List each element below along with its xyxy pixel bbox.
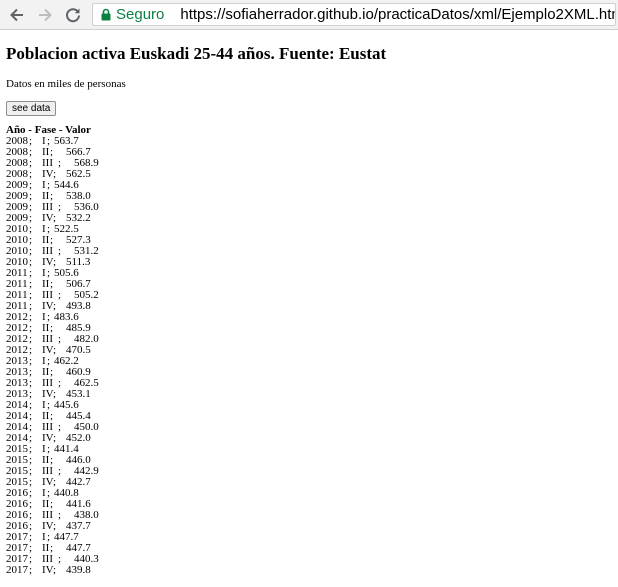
row-separator: ;	[29, 564, 33, 576]
see-data-button[interactable]: see data	[6, 101, 57, 116]
back-arrow-icon	[10, 8, 23, 22]
row-separator: ;	[58, 509, 62, 521]
list-item: 2011; IV; 493.8	[6, 301, 612, 312]
list-item: 2010; I; 522.5	[6, 224, 612, 235]
row-separator: ;	[58, 421, 62, 433]
data-list: 2008; I; 563.7 2008; II; 566.7 2008; III; 568.9 2…	[6, 136, 612, 576]
page-subtitle: Datos en miles de personas	[6, 78, 126, 90]
list-item: 2015; III; 442.9	[6, 466, 612, 477]
row-separator: ;	[53, 564, 57, 576]
list-item: 2012; III; 482.0	[6, 334, 612, 345]
page-content: Poblacion activa Euskadi 25-44 años. Fue…	[6, 44, 612, 576]
reload-button[interactable]	[62, 4, 84, 26]
list-item: 2014; IV; 452.0	[6, 433, 612, 444]
list-item: 2014; I; 445.6	[6, 400, 612, 411]
list-item: 2011; III; 505.2	[6, 290, 612, 301]
list-item: 2008; I; 563.7	[6, 136, 612, 147]
list-item: 2016; I; 440.8	[6, 488, 612, 499]
list-item: 2008; IV; 562.5	[6, 169, 612, 180]
url-text[interactable]: https://sofiaherrador.github.io/practica…	[180, 6, 615, 23]
list-item: 2011; I; 505.6	[6, 268, 612, 279]
list-item: 2013; III; 462.5	[6, 378, 612, 389]
row-separator: ;	[58, 333, 62, 345]
secure-label: Seguro	[116, 6, 165, 23]
lock-icon	[101, 8, 111, 21]
list-item: 2009; I; 544.6	[6, 180, 612, 191]
row-separator: ;	[58, 289, 62, 301]
row-separator: ;	[58, 553, 62, 565]
list-item: 2017; I; 447.7	[6, 532, 612, 543]
row-separator: ;	[58, 157, 62, 169]
list-item: 2017; IV; 439.8	[6, 565, 612, 576]
list-item: 2008; III; 568.9	[6, 158, 612, 169]
list-item: 2012; IV; 470.5	[6, 345, 612, 356]
list-item: 2013; IV; 453.1	[6, 389, 612, 400]
table-header: Año - Fase - Valor	[6, 124, 91, 136]
forward-button[interactable]	[34, 4, 56, 26]
list-item: 2016; III; 438.0	[6, 510, 612, 521]
page-title: Poblacion activa Euskadi 25-44 años. Fue…	[6, 44, 387, 63]
row-separator: ;	[58, 201, 62, 213]
row-value: 439.8	[66, 564, 91, 576]
forward-arrow-icon	[39, 8, 52, 22]
row-fase: IV	[42, 564, 54, 576]
back-button[interactable]	[6, 4, 28, 26]
list-item: 2009; IV; 532.2	[6, 213, 612, 224]
row-year: 2017	[6, 564, 28, 576]
list-item: 2015; IV; 442.7	[6, 477, 612, 488]
list-item: 2014; III; 450.0	[6, 422, 612, 433]
reload-icon	[66, 8, 80, 23]
list-item: 2016; IV; 437.7	[6, 521, 612, 532]
address-bar[interactable]: Seguro https://sofiaherrador.github.io/p…	[92, 3, 616, 26]
list-item: 2017; III; 440.3	[6, 554, 612, 565]
list-item: 2012; I; 483.6	[6, 312, 612, 323]
list-item: 2015; I; 441.4	[6, 444, 612, 455]
row-separator: ;	[58, 245, 62, 257]
list-item: 2010; IV; 511.3	[6, 257, 612, 268]
browser-toolbar: Seguro https://sofiaherrador.github.io/p…	[0, 0, 618, 30]
list-item: 2010; III; 531.2	[6, 246, 612, 257]
list-item: 2013; I; 462.2	[6, 356, 612, 367]
row-separator: ;	[58, 465, 62, 477]
list-item: 2009; III; 536.0	[6, 202, 612, 213]
row-separator: ;	[58, 377, 62, 389]
